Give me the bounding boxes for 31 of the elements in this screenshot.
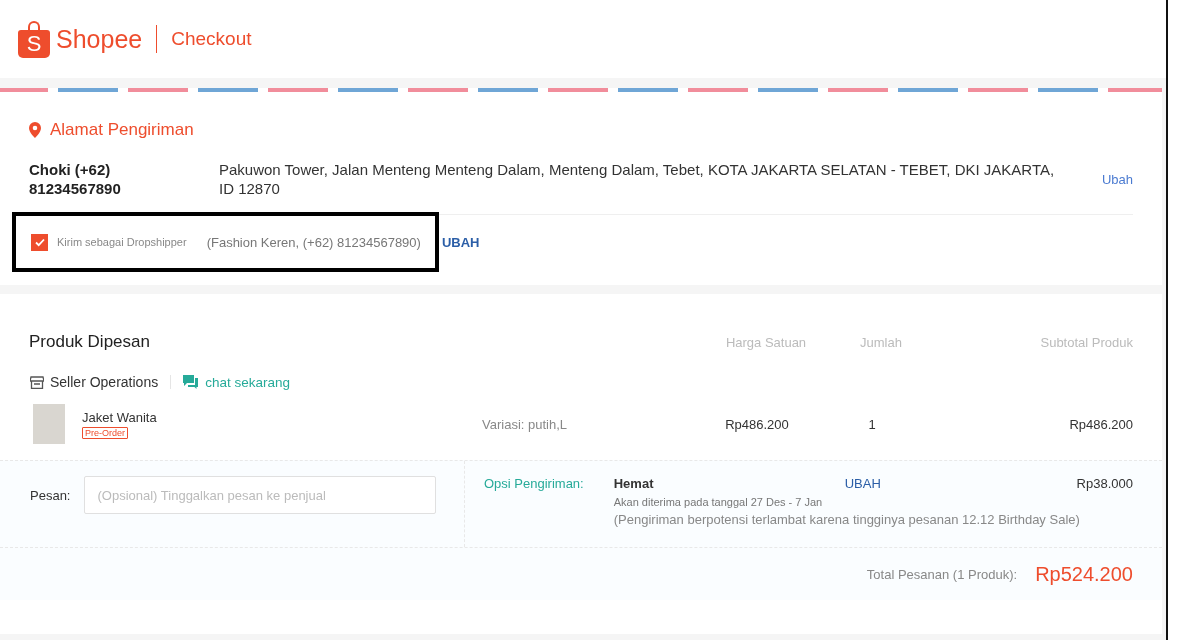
change-address-link[interactable]: Ubah bbox=[1101, 171, 1133, 187]
total-amount: Rp524.200 bbox=[1035, 562, 1133, 586]
pre-order-badge: Pre-Order bbox=[82, 426, 128, 439]
column-header: Subtotal Produk bbox=[1040, 334, 1133, 350]
subtotal: Rp486.200 bbox=[1069, 416, 1133, 432]
shopee-bag-logo: S bbox=[18, 20, 50, 58]
quantity: 1 bbox=[867, 416, 877, 432]
message-label: Pesan: bbox=[30, 488, 71, 503]
message-field[interactable]: (Opsional) Tinggalkan pesan ke penjual bbox=[84, 476, 437, 514]
shipping-name: Hemat bbox=[613, 476, 655, 491]
total-label: Total Pesanan (1 Produk): bbox=[866, 566, 1018, 582]
page-title: Checkout bbox=[171, 28, 252, 50]
shop-name: Seller Operations bbox=[50, 374, 159, 390]
change-dropshipper-link[interactable]: UBAH bbox=[441, 234, 480, 250]
dropshipper-info: (Fashion Keren, (+62) 81234567890) bbox=[206, 234, 421, 250]
unit-price: Rp486.200 bbox=[724, 416, 790, 432]
section-title: Alamat Pengiriman bbox=[50, 120, 194, 140]
column-header: Harga Satuan bbox=[724, 334, 808, 350]
change-shipping-link[interactable]: UBAH bbox=[844, 476, 881, 491]
shipping-option-label: Opsi Pengiriman: bbox=[484, 476, 584, 493]
delay-note: (Pengiriman berpotensi terlambat karena tingginya pesanan 12.12 Birthday Sale) bbox=[613, 512, 1081, 527]
dropshipper-label: Kirim sebagai Dropshipper bbox=[57, 236, 187, 248]
shipping-price: Rp38.000 bbox=[1076, 476, 1133, 491]
product-variant: Variasi: putih,L bbox=[482, 416, 569, 432]
delivery-estimate: Akan diterima pada tanggal 27 Des - 7 Jan bbox=[613, 496, 824, 508]
column-header: Jumlah bbox=[859, 334, 903, 350]
recipient-name-phone: Choki (+62) 81234567890 bbox=[29, 160, 122, 198]
brand-name: Shopee bbox=[56, 24, 143, 54]
section-title: Produk Dipesan bbox=[29, 332, 151, 352]
address-text: Pakuwon Tower, Jalan Menteng Menteng Dalam, Menteng Dalam, Tebet, KOTA JAKARTA SELATAN - TEBET, DKI JAKARTA, ID 12870 bbox=[219, 160, 1056, 198]
product-name: Jaket Wanita bbox=[82, 409, 157, 425]
